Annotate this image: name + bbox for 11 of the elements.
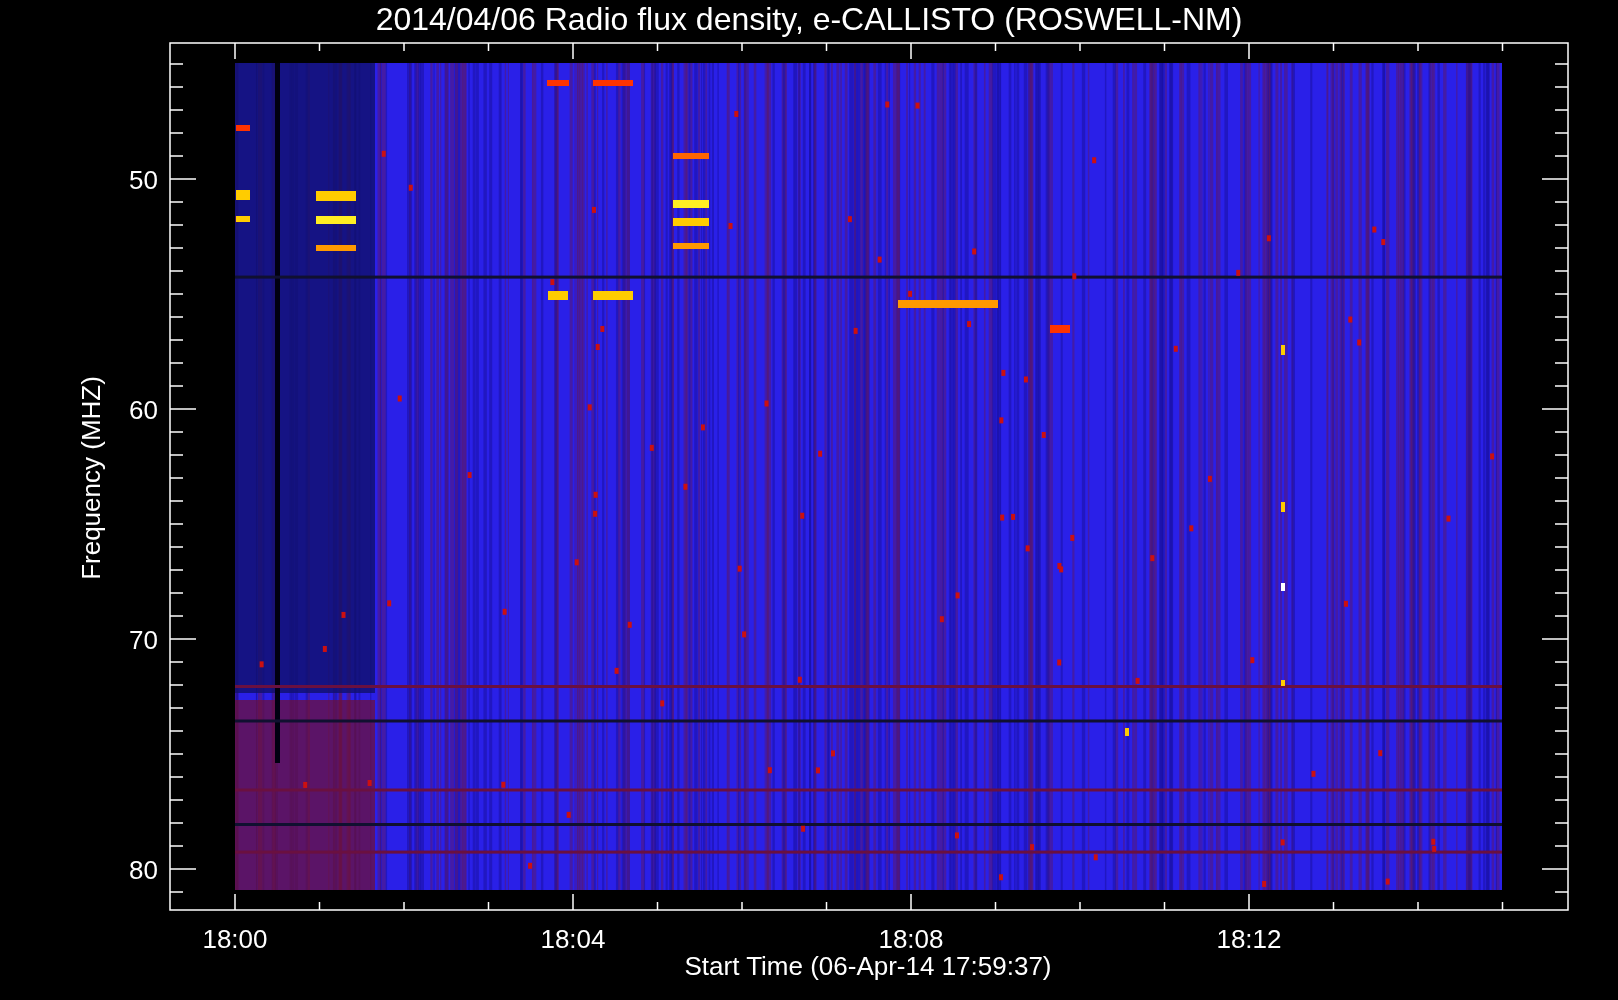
y-axis-label: Frequency (MHZ) [76,376,106,580]
y-tick-label: 50 [129,165,158,195]
x-tick-label: 18:04 [540,924,606,954]
x-axis-label: Start Time (06-Apr-14 17:59:37) [684,951,1052,981]
y-tick-label: 60 [129,395,158,425]
x-tick-label: 18:08 [878,924,944,954]
y-tick-label: 80 [129,855,158,885]
y-tick-label: 70 [129,625,158,655]
x-tick-label: 18:12 [1216,924,1282,954]
chart-title: 2014/04/06 Radio flux density, e-CALLISTO (ROSWELL-NM) [375,1,1243,37]
x-tick-label: 18:00 [202,924,268,954]
